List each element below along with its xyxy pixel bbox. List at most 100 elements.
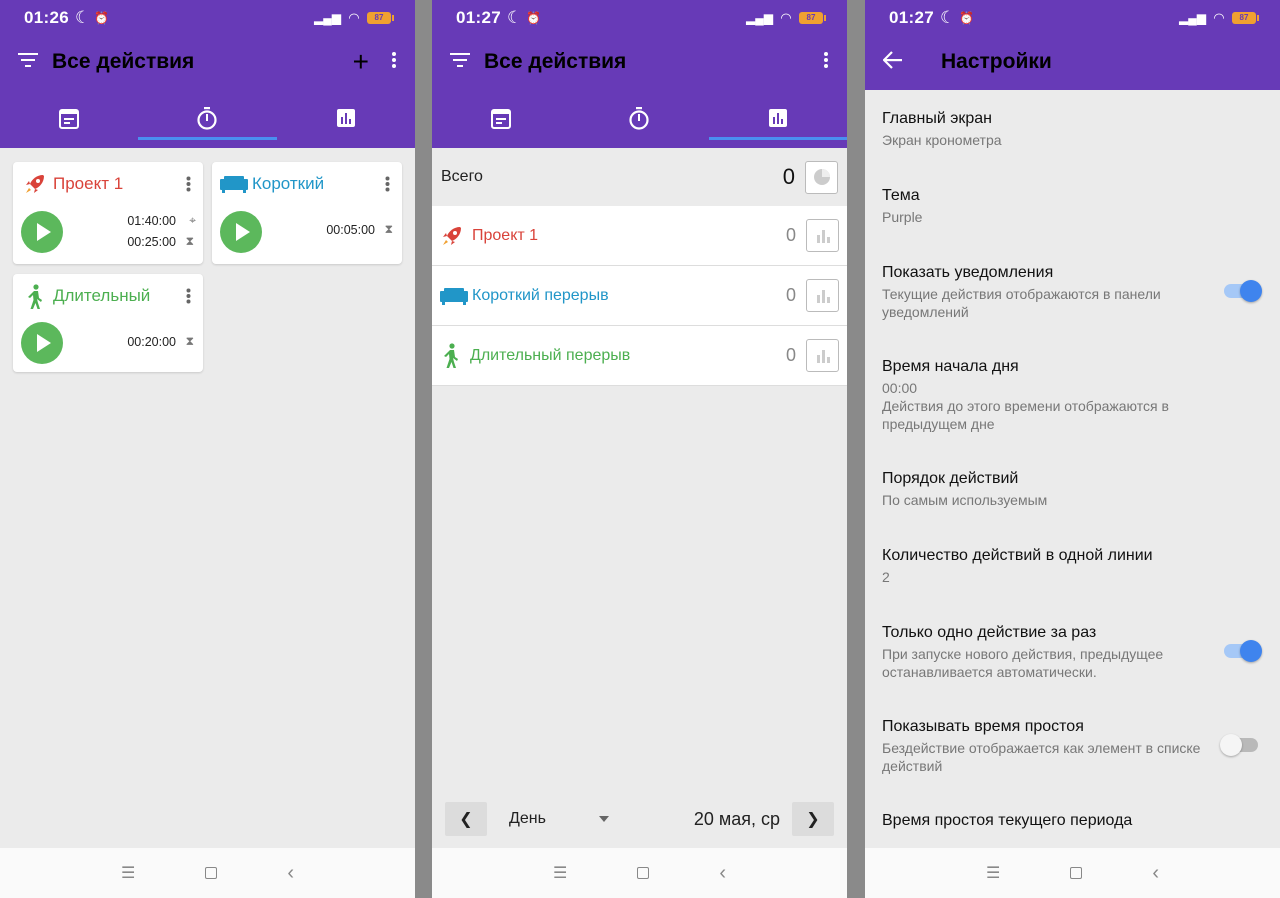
- stat-row-short[interactable]: Короткий перерыв 0: [432, 266, 847, 326]
- signal-icon: ▂▄▆: [1179, 11, 1206, 25]
- moon-icon: ☾: [74, 8, 91, 27]
- activity-card-project1[interactable]: Проект 1 01:40:00 ⌖ 00:25:00 ⧗: [13, 162, 203, 264]
- menu-nav-icon[interactable]: ☰: [121, 863, 135, 883]
- setting-notifications[interactable]: Показать уведомления Текущие действия от…: [882, 264, 1270, 321]
- activity-value: 0: [785, 225, 796, 245]
- activity-value: 0: [785, 345, 796, 365]
- activity-name: Проект 1: [472, 226, 539, 244]
- add-icon[interactable]: +: [353, 48, 369, 76]
- more-vert-icon[interactable]: [186, 288, 191, 309]
- setting-theme[interactable]: Тема Purple: [882, 187, 1270, 226]
- prev-period-button[interactable]: ❮: [445, 802, 487, 836]
- more-vert-icon[interactable]: [186, 176, 191, 197]
- setting-main-screen[interactable]: Главный экран Экран кронометра: [882, 110, 1270, 149]
- menu-nav-icon[interactable]: ☰: [986, 863, 1000, 883]
- timer-icon: [629, 107, 650, 130]
- play-button[interactable]: [220, 211, 262, 253]
- activity-card-long[interactable]: Длительный 00:20:00 ⧗: [13, 274, 203, 372]
- play-button[interactable]: [21, 322, 63, 364]
- interval-time: 00:25:00: [127, 235, 176, 249]
- idle-time-toggle[interactable]: [1220, 734, 1258, 756]
- pie-chart-icon: [813, 169, 830, 185]
- timer-icon: [197, 107, 218, 130]
- status-time: 01:27: [456, 8, 501, 27]
- screen-activities-grid: 01:26 ☾ ⏰ ▂▄▆ ◠ 87 Все действия + Проект…: [0, 0, 415, 898]
- bar-chart-button[interactable]: [806, 219, 839, 252]
- setting-day-start[interactable]: Время начала дня 00:00 Действия до этого…: [882, 358, 1270, 433]
- period-select[interactable]: День: [509, 810, 609, 828]
- settings-list: Главный экран Экран кронометра Тема Purp…: [865, 90, 1280, 848]
- alarm-icon: ⏰: [94, 11, 110, 25]
- total-row: Всего 0: [432, 149, 847, 205]
- dropdown-caret-icon: [599, 816, 609, 822]
- bar-chart-button[interactable]: [806, 279, 839, 312]
- setting-idle-time[interactable]: Показывать время простоя Бездействие ото…: [882, 718, 1270, 775]
- setting-summary: По самым используемым: [882, 492, 1048, 508]
- status-bar: 01:27 ☾ ⏰ ▂▄▆ ◠ 87: [865, 0, 1280, 36]
- setting-title: Показывать время простоя: [882, 718, 1084, 735]
- tab-timer[interactable]: [138, 88, 277, 148]
- activity-name: Короткий перерыв: [472, 286, 609, 304]
- period-value: День: [509, 810, 546, 827]
- setting-title: Только одно действие за раз: [882, 624, 1097, 641]
- pie-chart-button[interactable]: [805, 160, 838, 194]
- single-activity-toggle[interactable]: [1224, 640, 1262, 662]
- more-vert-icon[interactable]: [391, 51, 397, 74]
- setting-title: Главный экран: [882, 110, 993, 127]
- battery-icon: 87: [799, 12, 826, 24]
- play-button[interactable]: [21, 211, 63, 253]
- sofa-icon: [220, 174, 248, 199]
- back-nav-icon[interactable]: ‹: [1152, 862, 1159, 885]
- setting-order[interactable]: Порядок действий По самым используемым: [882, 470, 1270, 509]
- setting-title: Показать уведомления: [882, 264, 1054, 281]
- setting-idle-period[interactable]: Время простоя текущего периода: [882, 812, 1270, 830]
- setting-single-activity[interactable]: Только одно действие за раз При запуске …: [882, 624, 1270, 681]
- back-nav-icon[interactable]: ‹: [287, 862, 294, 885]
- wifi-icon: ◠: [781, 10, 791, 25]
- page-title: Настройки: [941, 50, 1052, 73]
- goal-time: 01:40:00: [127, 214, 176, 228]
- rocket-icon: [443, 226, 461, 245]
- more-vert-icon[interactable]: [823, 51, 829, 74]
- system-nav-bar: ☰ ‹: [0, 848, 415, 898]
- next-period-button[interactable]: ❯: [792, 802, 834, 836]
- tab-stats[interactable]: [277, 88, 415, 148]
- tab-calendar[interactable]: [0, 88, 138, 148]
- target-icon: ⌖: [189, 213, 196, 227]
- status-time: 01:27: [889, 8, 934, 27]
- filter-icon[interactable]: [450, 52, 470, 73]
- signal-icon: ▂▄▆: [314, 11, 341, 25]
- home-nav-icon[interactable]: [205, 867, 218, 879]
- system-nav-bar: ☰ ‹: [432, 848, 847, 898]
- hourglass-icon: ⧗: [185, 334, 194, 348]
- tab-stats[interactable]: [708, 88, 847, 148]
- walker-icon: [444, 342, 458, 368]
- back-nav-icon[interactable]: ‹: [719, 862, 726, 885]
- stats-icon: [768, 109, 787, 127]
- stat-row-project1[interactable]: Проект 1 0: [432, 206, 847, 266]
- home-nav-icon[interactable]: [1070, 867, 1083, 879]
- bar-chart-icon: [816, 229, 830, 243]
- stat-row-long[interactable]: Длительный перерыв 0: [432, 326, 847, 386]
- filter-icon[interactable]: [18, 52, 38, 73]
- tab-calendar[interactable]: [432, 88, 570, 148]
- setting-summary: Purple: [882, 209, 923, 225]
- back-arrow-icon[interactable]: [882, 50, 903, 74]
- moon-icon: ☾: [506, 8, 523, 27]
- activity-card-short[interactable]: Короткий 00:05:00 ⧗: [212, 162, 402, 264]
- sofa-icon: [440, 287, 468, 305]
- chevron-left-icon: ❮: [459, 811, 473, 828]
- notifications-toggle[interactable]: [1224, 280, 1262, 302]
- bar-chart-button[interactable]: [806, 339, 839, 372]
- home-nav-icon[interactable]: [637, 867, 650, 879]
- interval-time: 00:05:00: [326, 223, 375, 237]
- page-title: Все действия: [52, 50, 195, 73]
- menu-nav-icon[interactable]: ☰: [553, 863, 567, 883]
- more-vert-icon[interactable]: [385, 176, 390, 197]
- tab-timer[interactable]: [570, 88, 708, 148]
- setting-per-line[interactable]: Количество действий в одной линии 2: [882, 547, 1270, 586]
- battery-icon: 87: [367, 12, 394, 24]
- system-nav-bar: ☰ ‹: [865, 848, 1280, 898]
- setting-title: Количество действий в одной линии: [882, 547, 1153, 564]
- activity-name: Короткий: [252, 174, 325, 193]
